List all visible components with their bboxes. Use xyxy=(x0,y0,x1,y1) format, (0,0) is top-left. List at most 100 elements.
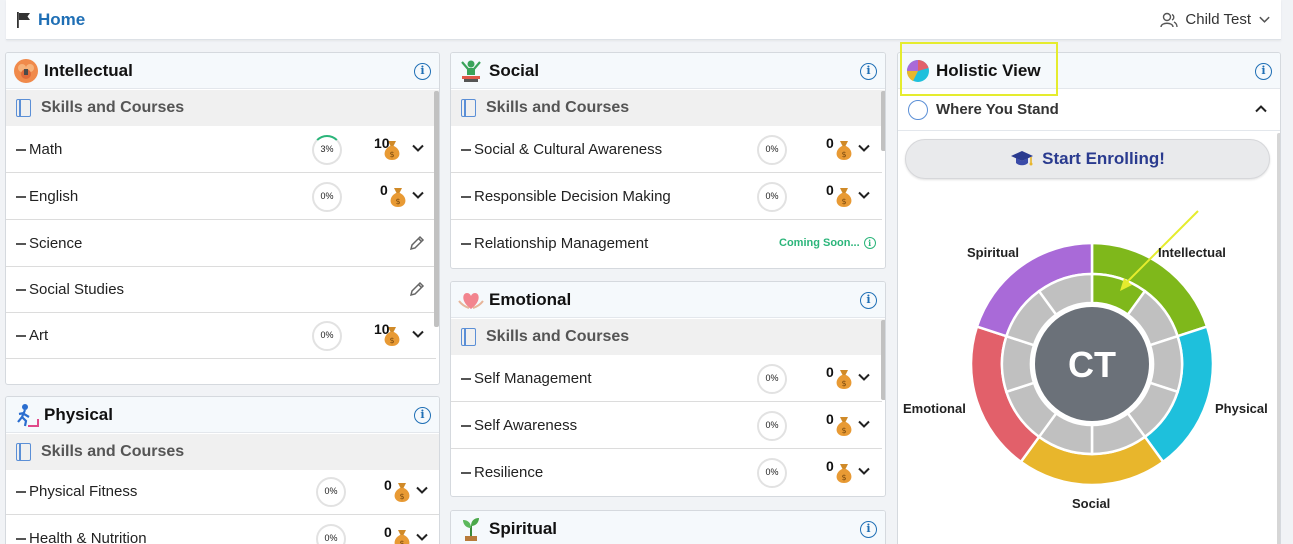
segment-label-social: Social xyxy=(1072,496,1111,511)
item-label: Science xyxy=(29,235,83,252)
info-icon[interactable]: i xyxy=(414,407,431,424)
scrollbar[interactable] xyxy=(881,91,885,151)
top-bar: Home Child Test xyxy=(6,0,1281,40)
info-icon[interactable]: i xyxy=(414,63,431,80)
spiritual-title: Spiritual xyxy=(489,519,558,538)
chevron-down-icon[interactable] xyxy=(411,188,425,202)
skills-courses-title: Skills and Courses xyxy=(41,443,185,460)
holistic-wheel: CT xyxy=(969,210,1215,487)
item-label: Self Management xyxy=(474,370,592,387)
item-label: Social Studies xyxy=(29,281,125,298)
chevron-down-icon[interactable] xyxy=(415,483,429,497)
home-link[interactable]: Home xyxy=(38,10,85,30)
pencil-icon[interactable] xyxy=(408,280,426,298)
brain-icon xyxy=(14,59,38,83)
social-title: Social xyxy=(489,61,540,80)
list-item[interactable]: Social Studies xyxy=(6,267,436,313)
coin-value: 0 xyxy=(826,458,834,474)
skills-courses-header: Skills and Courses xyxy=(451,90,885,126)
chevron-down-icon[interactable] xyxy=(857,464,871,478)
coin-value: 0 xyxy=(826,364,834,380)
spiritual-card: Spiritual i xyxy=(450,510,886,544)
money-bag-icon: $ xyxy=(836,370,852,389)
item-label: Social & Cultural Awareness xyxy=(474,141,663,158)
intellectual-title: Intellectual xyxy=(44,61,133,80)
info-icon[interactable]: i xyxy=(860,63,877,80)
social-header: Social i xyxy=(451,53,885,89)
list-item[interactable]: Art 0% 10 $ xyxy=(6,313,436,359)
chevron-down-icon[interactable] xyxy=(411,141,425,155)
item-label: English xyxy=(29,188,79,205)
social-card: Social i Skills and Courses Social & Cul… xyxy=(450,52,886,269)
list-item[interactable]: Science xyxy=(6,221,436,267)
scrollbar[interactable] xyxy=(1277,133,1280,544)
svg-text:$: $ xyxy=(841,379,846,388)
progress-circle: 0% xyxy=(757,458,787,488)
dash-icon xyxy=(16,335,26,337)
money-bag-icon: $ xyxy=(394,483,410,502)
coin-value: 10 xyxy=(374,321,390,337)
list-item[interactable]: English 0% 0 $ xyxy=(6,174,436,220)
user-icon xyxy=(1160,12,1179,27)
item-label: Self Awareness xyxy=(474,417,578,434)
info-icon[interactable]: i xyxy=(860,292,877,309)
book-icon xyxy=(461,99,476,117)
segment-label-emotional: Emotional xyxy=(903,401,966,416)
list-item[interactable]: Self Awareness 0% 0 $ xyxy=(451,403,882,449)
skills-courses-header: Skills and Courses xyxy=(6,434,439,470)
list-item[interactable]: Self Management 0% 0 $ xyxy=(451,356,882,402)
skills-courses-header: Skills and Courses xyxy=(451,319,885,355)
info-icon[interactable]: i xyxy=(860,521,877,538)
physical-header: Physical i xyxy=(6,397,439,433)
skills-courses-title: Skills and Courses xyxy=(486,328,630,345)
dash-icon xyxy=(16,243,26,245)
progress-circle: 0% xyxy=(316,477,346,507)
info-icon[interactable]: i xyxy=(863,237,876,249)
svg-text:$: $ xyxy=(841,473,846,482)
svg-text:$: $ xyxy=(389,150,394,159)
dash-icon xyxy=(461,149,471,151)
money-bag-icon: $ xyxy=(836,464,852,483)
progress-circle: 0% xyxy=(757,182,787,212)
chevron-down-icon[interactable] xyxy=(415,530,429,544)
user-menu[interactable]: Child Test xyxy=(1160,11,1271,28)
chevron-down-icon[interactable] xyxy=(411,327,425,341)
scrollbar[interactable] xyxy=(434,91,439,327)
coming-soon-badge: Coming Soon... i xyxy=(779,237,876,249)
center-initials: CT xyxy=(1068,344,1116,385)
item-label: Relationship Management xyxy=(474,235,649,252)
chevron-down-icon[interactable] xyxy=(857,141,871,155)
intellectual-card: Intellectual i Skills and Courses Math 3… xyxy=(5,52,440,385)
dash-icon xyxy=(16,538,26,540)
book-icon xyxy=(16,443,31,461)
list-item[interactable]: Math 3% 10 $ xyxy=(6,127,436,173)
chevron-down-icon[interactable] xyxy=(857,417,871,431)
coin-count: 10 $ xyxy=(374,320,416,350)
pencil-icon[interactable] xyxy=(408,234,426,252)
emotional-title: Emotional xyxy=(489,290,572,309)
coin-value: 10 xyxy=(374,135,390,151)
list-item[interactable]: Health & Nutrition 0% 0 $ xyxy=(6,516,439,544)
money-bag-icon: $ xyxy=(390,188,406,207)
skills-courses-title: Skills and Courses xyxy=(486,99,630,116)
list-item[interactable]: Relationship Management Coming Soon... i xyxy=(451,221,882,267)
item-label: Resilience xyxy=(474,464,544,481)
heart-hands-icon xyxy=(458,293,484,309)
chevron-down-icon[interactable] xyxy=(857,370,871,384)
chevron-down-icon[interactable] xyxy=(857,188,871,202)
segment-label-intellectual: Intellectual xyxy=(1158,245,1226,260)
list-item[interactable]: Resilience 0% 0 $ xyxy=(451,450,882,496)
coin-value: 0 xyxy=(826,411,834,427)
people-icon xyxy=(461,60,481,82)
coin-count: 10 $ xyxy=(374,134,416,164)
svg-text:$: $ xyxy=(395,197,400,206)
coin-value: 0 xyxy=(384,477,392,493)
list-item[interactable]: Responsible Decision Making 0% 0 $ xyxy=(451,174,882,220)
scrollbar[interactable] xyxy=(881,320,885,400)
emotional-header: Emotional i xyxy=(451,282,885,318)
coming-soon-text: Coming Soon... xyxy=(779,237,860,249)
list-item[interactable]: Physical Fitness 0% 0 $ xyxy=(6,469,439,515)
segment-label-spiritual: Spiritual xyxy=(967,245,1020,260)
dash-icon xyxy=(461,378,471,380)
list-item[interactable]: Social & Cultural Awareness 0% 0 $ xyxy=(451,127,882,173)
